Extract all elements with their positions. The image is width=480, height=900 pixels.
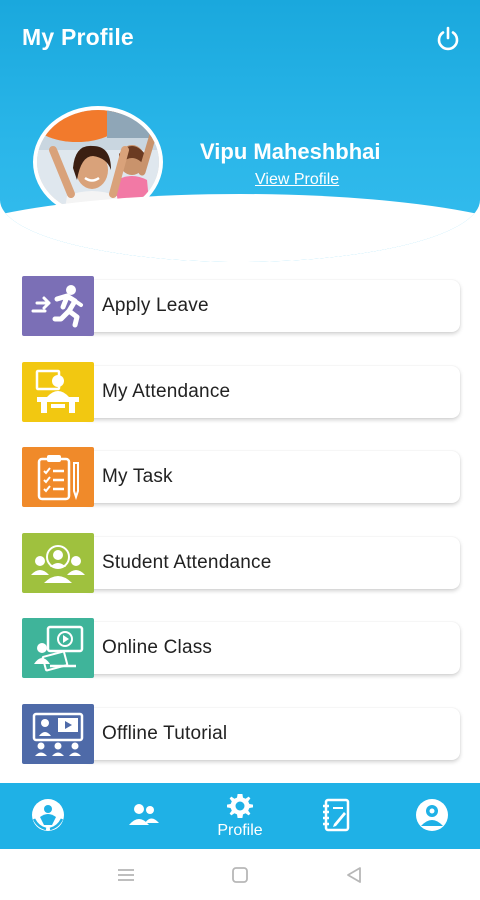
page-title: My Profile (22, 24, 134, 50)
recent-apps-button[interactable] (69, 868, 183, 882)
menu-item-offline-tutorial[interactable]: Offline Tutorial (22, 703, 460, 764)
profile-header: My Profile Vipu Maheshbhai View Profile (0, 0, 480, 262)
nav-item-account[interactable] (384, 783, 480, 849)
menu-item-my-attendance[interactable]: My Attendance (22, 361, 460, 422)
menu-item-student-attendance[interactable]: Student Attendance (22, 532, 460, 593)
menu-item-label: Student Attendance (102, 551, 272, 573)
clipboard-checklist-icon (22, 447, 94, 507)
system-navigation-bar (0, 849, 480, 900)
nav-item-notebook[interactable] (288, 783, 384, 849)
menu-item-my-task[interactable]: My Task (22, 447, 460, 507)
user-name: Vipu Maheshbhai (200, 139, 381, 164)
nav-item-care[interactable] (0, 783, 96, 849)
menu-item-online-class[interactable]: Online Class (22, 618, 460, 678)
care-hands-icon (32, 799, 64, 831)
nav-label-profile: Profile (217, 822, 263, 839)
nav-item-people[interactable] (96, 783, 192, 849)
nav-item-profile[interactable]: Profile (192, 783, 288, 849)
account-circle-icon (416, 799, 448, 831)
header-curve (0, 194, 480, 262)
back-triangle-icon (347, 866, 361, 883)
power-icon (437, 26, 459, 51)
people-icon (129, 804, 159, 825)
bottom-navigation: Profile (0, 783, 480, 849)
menu-icon (118, 868, 134, 881)
running-exit-icon (22, 276, 94, 336)
power-button[interactable] (432, 23, 464, 55)
view-profile-link[interactable]: View Profile (255, 171, 339, 189)
person-at-desk-icon (22, 361, 94, 422)
menu-item-label: Apply Leave (102, 295, 209, 316)
back-button[interactable] (297, 866, 411, 884)
menu-item-label: My Task (102, 466, 173, 487)
menu-item-label: Online Class (102, 637, 213, 658)
menu-item-label: Offline Tutorial (102, 722, 228, 744)
menu-item-label: My Attendance (102, 380, 231, 402)
home-button[interactable] (183, 866, 297, 884)
gear-icon (227, 794, 253, 818)
notebook-icon (323, 798, 350, 832)
group-people-icon (22, 532, 94, 593)
home-square-icon (232, 866, 248, 883)
menu-item-apply-leave[interactable]: Apply Leave (22, 276, 460, 336)
menu-list: Apply Leave My Attendance My Task Studen… (22, 276, 460, 789)
classroom-presentation-icon (22, 703, 94, 764)
video-lesson-icon (22, 618, 94, 678)
